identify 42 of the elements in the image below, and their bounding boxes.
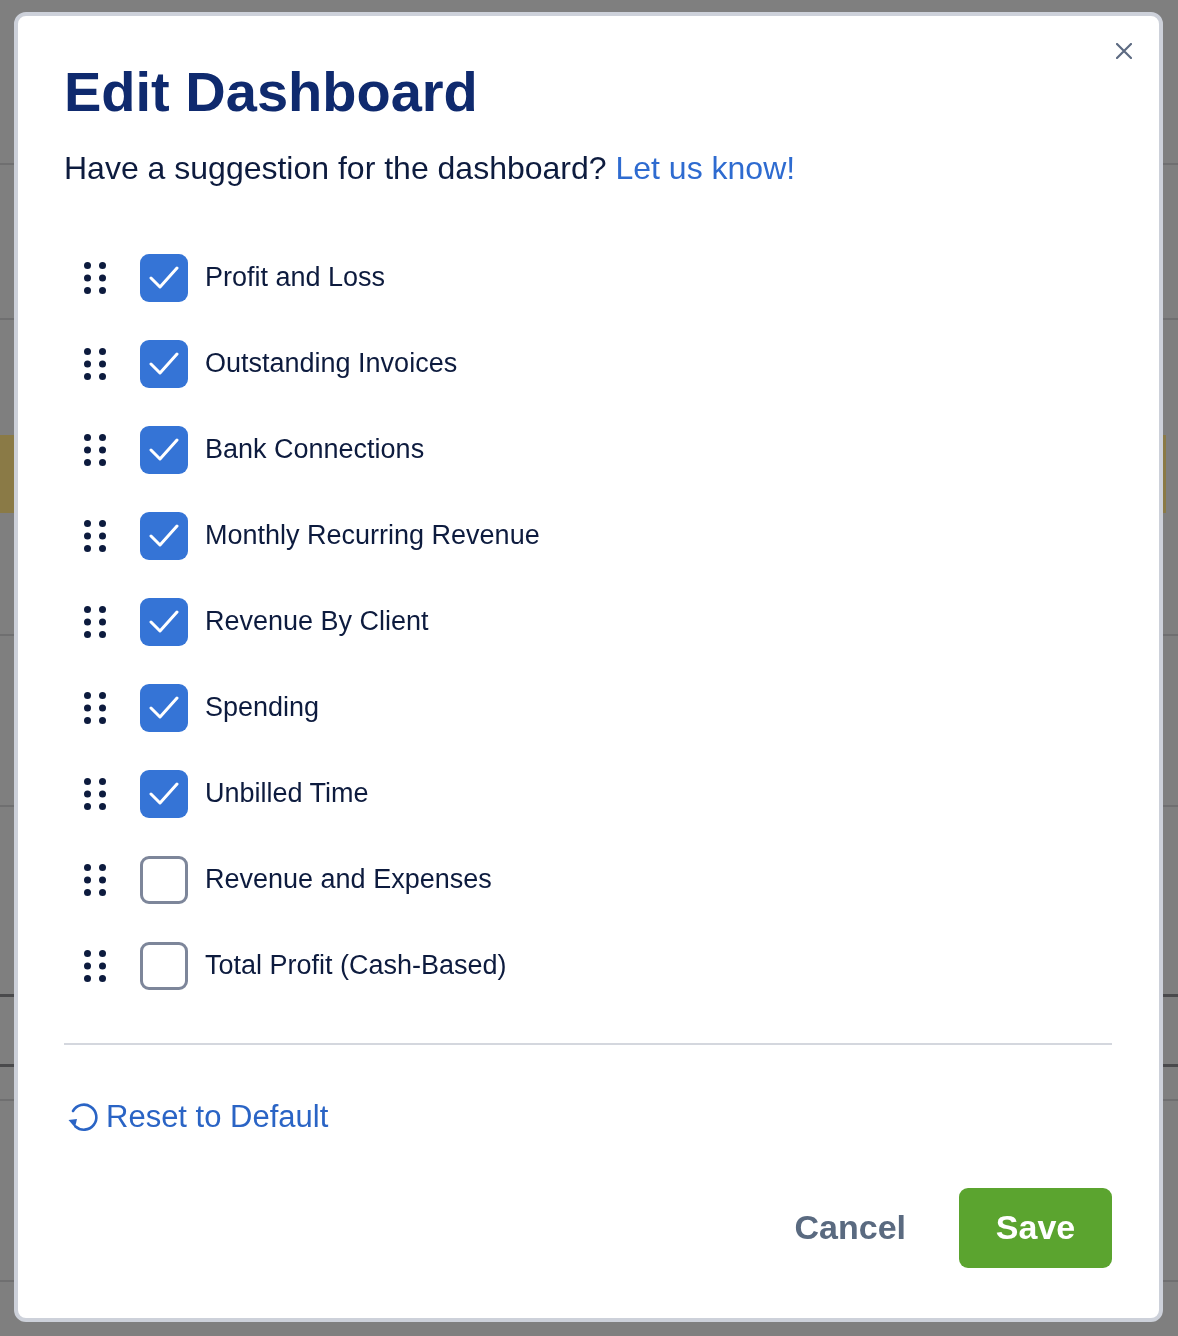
feedback-link[interactable]: Let us know! bbox=[615, 150, 796, 187]
check-icon bbox=[149, 437, 179, 462]
dialog-title: Edit Dashboard bbox=[64, 60, 478, 125]
widget-label: Bank Connections bbox=[205, 434, 425, 466]
widget-label: Spending bbox=[205, 692, 320, 724]
checkbox[interactable] bbox=[140, 941, 188, 990]
widget-label: Revenue By Client bbox=[205, 606, 429, 638]
drag-handle-icon[interactable] bbox=[84, 433, 106, 466]
reset-link[interactable]: Reset to Default bbox=[67, 1098, 329, 1135]
check-icon bbox=[149, 609, 179, 634]
checkbox[interactable] bbox=[140, 339, 188, 388]
check-icon bbox=[149, 265, 179, 290]
cancel-button[interactable]: Cancel bbox=[794, 1203, 906, 1252]
checkbox[interactable] bbox=[140, 683, 188, 732]
check-icon bbox=[149, 781, 179, 806]
checkbox[interactable] bbox=[140, 855, 188, 904]
reset-icon bbox=[67, 1100, 99, 1133]
drag-handle-icon[interactable] bbox=[84, 691, 106, 724]
checkbox[interactable] bbox=[140, 253, 188, 302]
drag-handle-icon[interactable] bbox=[84, 519, 106, 552]
checkbox[interactable] bbox=[140, 597, 188, 646]
widget-label: Revenue and Expenses bbox=[205, 864, 492, 896]
drag-handle-icon[interactable] bbox=[84, 949, 106, 982]
check-icon bbox=[149, 695, 179, 720]
widget-label: Outstanding Invoices bbox=[205, 348, 458, 380]
suggestion-text: Have a suggestion for the dashboard? Let us know! bbox=[64, 149, 796, 188]
widget-label: Monthly Recurring Revenue bbox=[205, 520, 540, 552]
drag-handle-icon[interactable] bbox=[84, 261, 106, 294]
widget-label: Unbilled Time bbox=[205, 778, 369, 810]
checkbox[interactable] bbox=[140, 511, 188, 560]
drag-handle-icon[interactable] bbox=[84, 777, 106, 810]
widget-label: Total Profit (Cash-Based) bbox=[205, 950, 507, 982]
check-icon bbox=[149, 351, 179, 376]
widget-label: Profit and Loss bbox=[205, 262, 386, 294]
check-icon bbox=[149, 523, 179, 548]
close-icon[interactable] bbox=[1116, 43, 1132, 59]
checkbox[interactable] bbox=[140, 769, 188, 818]
checkbox[interactable] bbox=[140, 425, 188, 474]
save-button[interactable]: Save bbox=[959, 1187, 1112, 1268]
drag-handle-icon[interactable] bbox=[84, 347, 106, 380]
drag-handle-icon[interactable] bbox=[84, 863, 106, 896]
drag-handle-icon[interactable] bbox=[84, 605, 106, 638]
